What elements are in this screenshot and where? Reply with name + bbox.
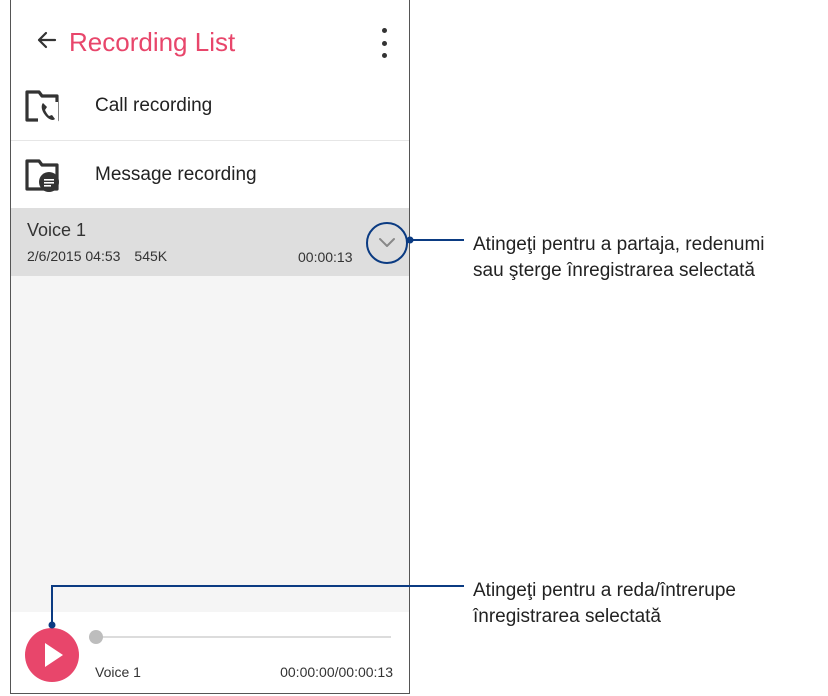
callout-line-play — [51, 585, 464, 625]
callout-dot-play — [48, 621, 56, 629]
callout-options-text: Atingeţi pentru a partaja, redenumi sau … — [473, 234, 765, 281]
callout-dot-options — [406, 236, 414, 244]
callout-play-text: Atingeţi pentru a reda/întrerupe înregis… — [473, 580, 737, 627]
